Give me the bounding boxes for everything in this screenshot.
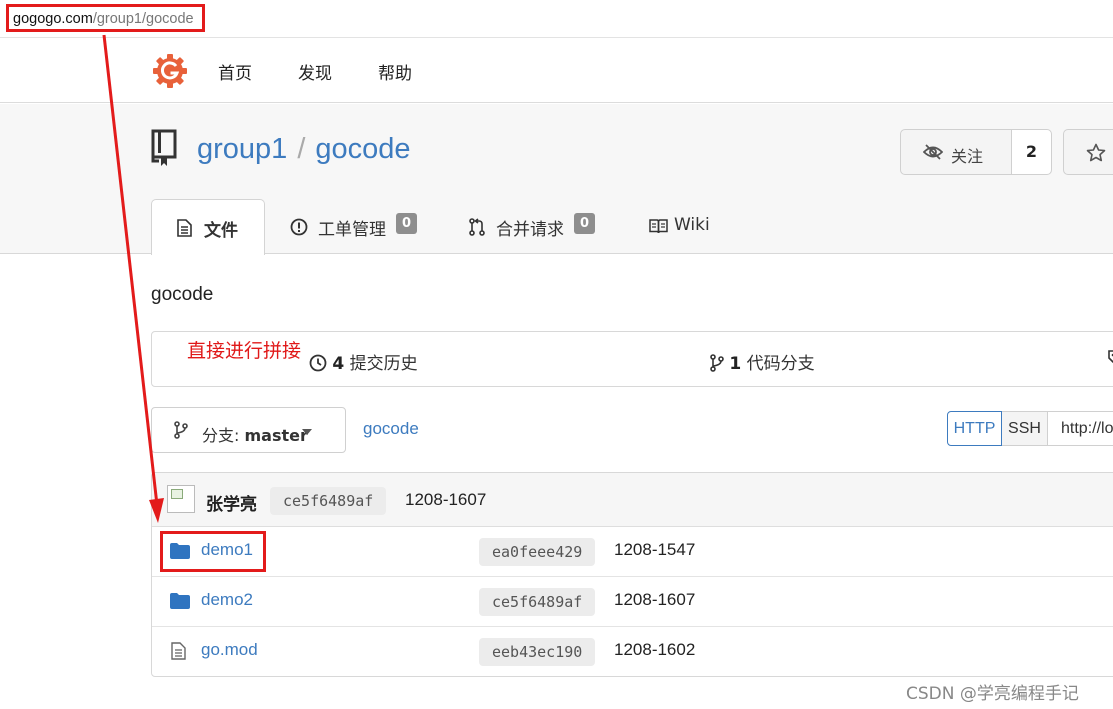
eye-slash-icon [923,144,943,160]
file-table: 张学亮 ce5f6489af 1208-1607 demo1 ea0feee42… [151,472,1113,677]
watermark-text: CSDN @学亮编程手记 [906,684,1079,704]
breadcrumb-repo[interactable]: gocode [363,419,419,439]
repo-title: group1 / gocode [197,133,411,166]
tag-icon [1108,350,1113,364]
caret-down-icon [302,429,312,435]
commit-author: 张学亮 [206,495,257,515]
tab-issues-label: 工单管理 [318,220,386,240]
clone-ssh-button[interactable]: SSH [1002,411,1048,446]
repo-header: group1 / gocode 关注 2 文件 工单管理 0 合并请求 0 Wiki [0,104,1113,255]
url-field[interactable]: gogogo.com/group1/gocode [6,4,205,32]
author-avatar [167,485,195,513]
annotation-text: 直接进行拼接 [187,340,302,362]
branches-link[interactable]: 1 代码分支 [710,349,815,374]
latest-commit-header: 张学亮 ce5f6489af 1208-1607 [152,473,1113,527]
git-pull-request-icon [469,218,485,236]
commits-label: 提交历史 [349,354,418,374]
row-commit-message: 1208-1547 [614,540,696,559]
file-name-link[interactable]: go.mod [201,640,258,660]
nav-home[interactable]: 首页 [218,59,252,84]
commit-sha[interactable]: ce5f6489af [270,487,387,515]
tab-files-label: 文件 [204,221,238,241]
gogs-logo-icon[interactable] [152,53,188,89]
repo-owner-link[interactable]: group1 [197,133,287,165]
book-icon [649,219,668,234]
repo-name-link[interactable]: gocode [315,133,410,165]
address-bar: gogogo.com/group1/gocode [0,0,1113,38]
star-icon [1086,143,1106,162]
tab-pull-requests-label: 合并请求 [496,220,564,240]
folder-icon [170,593,190,609]
table-row[interactable]: demo1 ea0feee429 1208-1547 [152,527,1113,577]
branch-dropdown[interactable]: 分支: master [151,407,346,453]
issues-count-badge: 0 [396,213,418,234]
commit-message: 1208-1607 [405,490,487,509]
repo-title-separator: / [297,133,306,165]
file-text-icon [177,219,192,237]
tab-issues[interactable]: 工单管理 0 [290,199,430,254]
table-row[interactable]: go.mod eeb43ec190 1208-1602 [152,627,1113,677]
repo-description: gocode [151,284,214,305]
tab-files[interactable]: 文件 [151,199,265,255]
issue-opened-icon [290,218,308,236]
commits-count: 4 [332,354,345,374]
commits-link[interactable]: 4 提交历史 [309,349,418,374]
repo-stats-bar: 直接进行拼接 4 提交历史 1 代码分支 [151,331,1113,387]
annotation-highlight-box [160,531,266,572]
git-branch-icon [710,354,724,372]
history-icon [309,354,327,372]
branch-label: 分支: master [202,422,308,446]
row-commit-sha[interactable]: ce5f6489af [479,588,596,616]
url-path: /group1/gocode [92,11,194,27]
watch-count[interactable]: 2 [1011,129,1052,175]
file-text-icon [171,642,186,660]
watch-label: 关注 [951,147,984,166]
table-row[interactable]: demo2 ce5f6489af 1208-1607 [152,577,1113,627]
file-name-link[interactable]: demo2 [201,590,253,610]
top-nav: 首页 发现 帮助 [0,38,1113,103]
tab-wiki-label: Wiki [674,215,710,235]
branch-prefix: 分支: [202,426,240,445]
nav-explore[interactable]: 发现 [298,59,332,84]
star-button[interactable] [1063,129,1113,175]
row-commit-sha[interactable]: ea0feee429 [479,538,596,566]
tab-pull-requests[interactable]: 合并请求 0 [469,199,609,254]
git-branch-icon [174,421,188,439]
branches-label: 代码分支 [746,354,815,374]
clone-url-input[interactable]: http://lo [1048,411,1113,446]
repo-book-icon [151,129,177,166]
branch-name: master [244,426,308,445]
clone-http-button[interactable]: HTTP [947,411,1002,446]
row-commit-message: 1208-1602 [614,640,696,659]
branches-count: 1 [729,354,742,374]
row-commit-message: 1208-1607 [614,590,696,609]
url-host: gogogo.com [13,11,93,27]
watch-button[interactable]: 关注 [900,129,1012,175]
row-commit-sha[interactable]: eeb43ec190 [479,638,596,666]
tab-wiki[interactable]: Wiki [649,199,729,254]
pull-requests-count-badge: 0 [574,213,596,234]
nav-help[interactable]: 帮助 [378,59,412,84]
